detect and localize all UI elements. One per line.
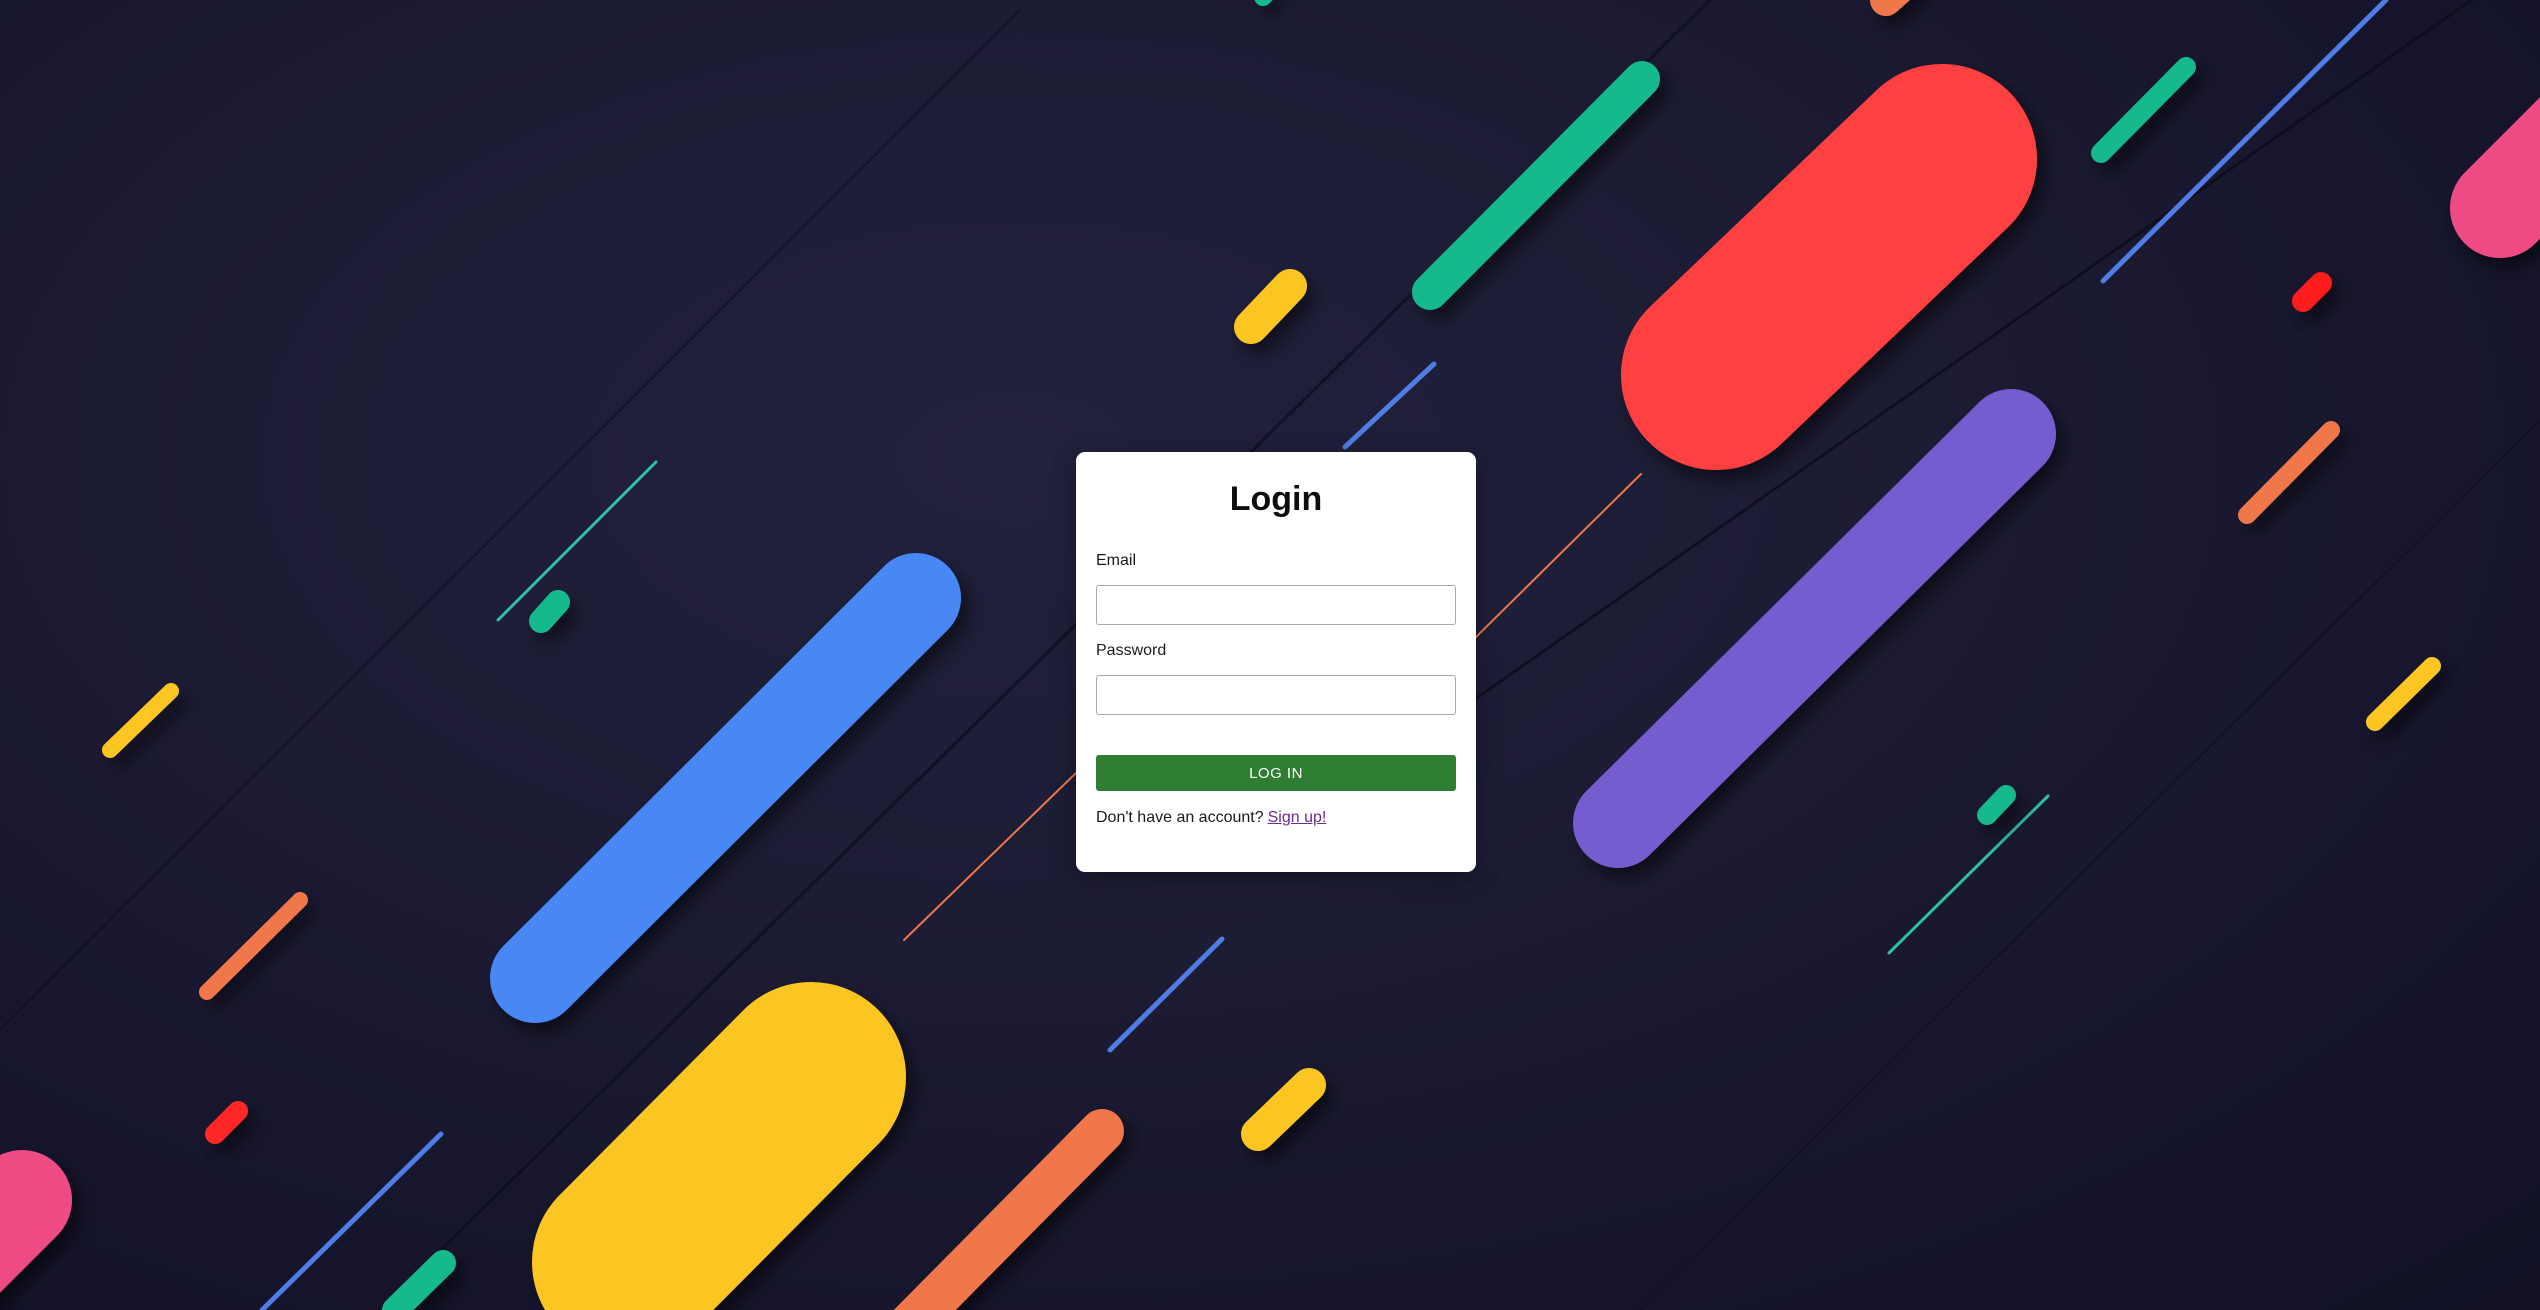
email-field[interactable] (1096, 585, 1456, 625)
signup-prompt-row: Don't have an account? Sign up! (1096, 808, 1456, 828)
password-label: Password (1096, 642, 1167, 659)
email-label: Email (1096, 552, 1137, 569)
signup-prompt-text: Don't have an account? (1096, 809, 1264, 826)
login-button[interactable]: LOG IN (1096, 755, 1456, 791)
login-title: Login (1229, 480, 1323, 518)
password-field[interactable] (1096, 675, 1456, 715)
signup-link[interactable]: Sign up! (1268, 809, 1327, 826)
login-card: Login Email Password LOG IN Don't have a… (1076, 452, 1476, 872)
